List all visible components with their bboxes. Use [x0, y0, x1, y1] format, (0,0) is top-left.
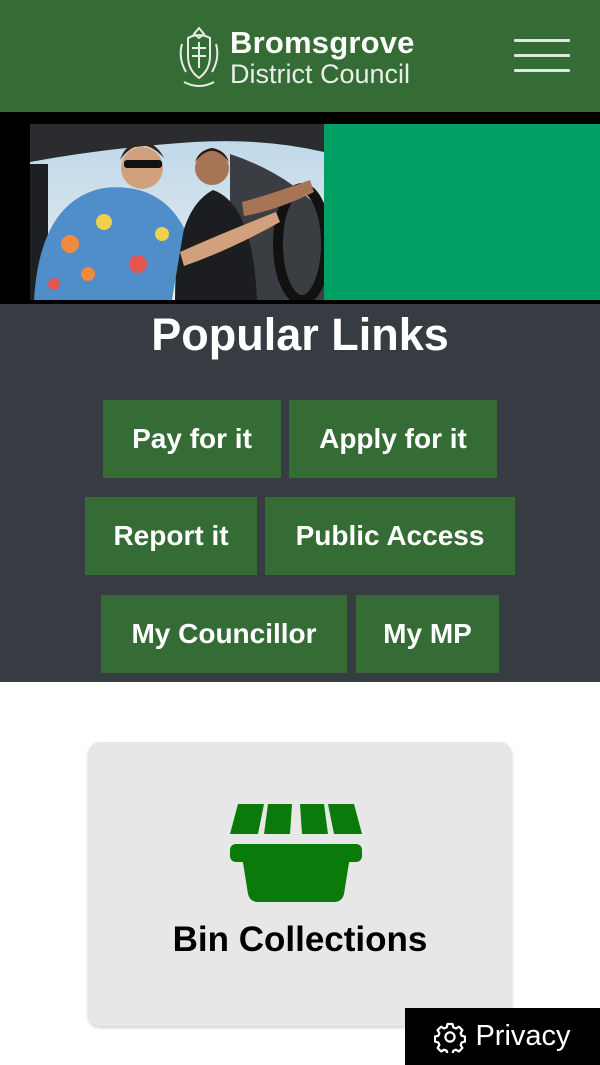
privacy-button[interactable]: Privacy	[405, 1008, 600, 1065]
council-logo[interactable]: Bromsgrove District Council	[176, 22, 426, 92]
apply-for-it-button[interactable]: Apply for it	[289, 400, 497, 478]
public-access-button[interactable]: Public Access	[265, 497, 515, 575]
site-header: Bromsgrove District Council	[0, 0, 600, 112]
pay-for-it-button[interactable]: Pay for it	[103, 400, 281, 478]
bin-collections-label: Bin Collections	[172, 920, 428, 959]
logo-title: Bromsgrove	[230, 24, 415, 60]
my-councillor-button[interactable]: My Councillor	[101, 595, 347, 673]
crest-icon	[179, 26, 219, 87]
hero-green-panel	[324, 124, 600, 300]
gear-icon	[434, 1022, 467, 1053]
report-it-button[interactable]: Report it	[85, 497, 257, 575]
menu-button[interactable]	[512, 36, 572, 76]
bin-collections-card[interactable]: Bin Collections	[88, 742, 512, 1026]
popular-links-section: Popular Links Pay for it Apply for it Re…	[0, 304, 600, 682]
hero-banner	[0, 112, 600, 304]
hamburger-menu-icon	[514, 39, 570, 42]
bin-icon	[230, 804, 362, 902]
popular-links-title: Popular Links	[151, 309, 449, 360]
logo-subtitle: District Council	[230, 58, 411, 89]
my-mp-button[interactable]: My MP	[356, 595, 499, 673]
privacy-label: Privacy	[475, 1020, 571, 1052]
hero-photo	[30, 124, 324, 300]
